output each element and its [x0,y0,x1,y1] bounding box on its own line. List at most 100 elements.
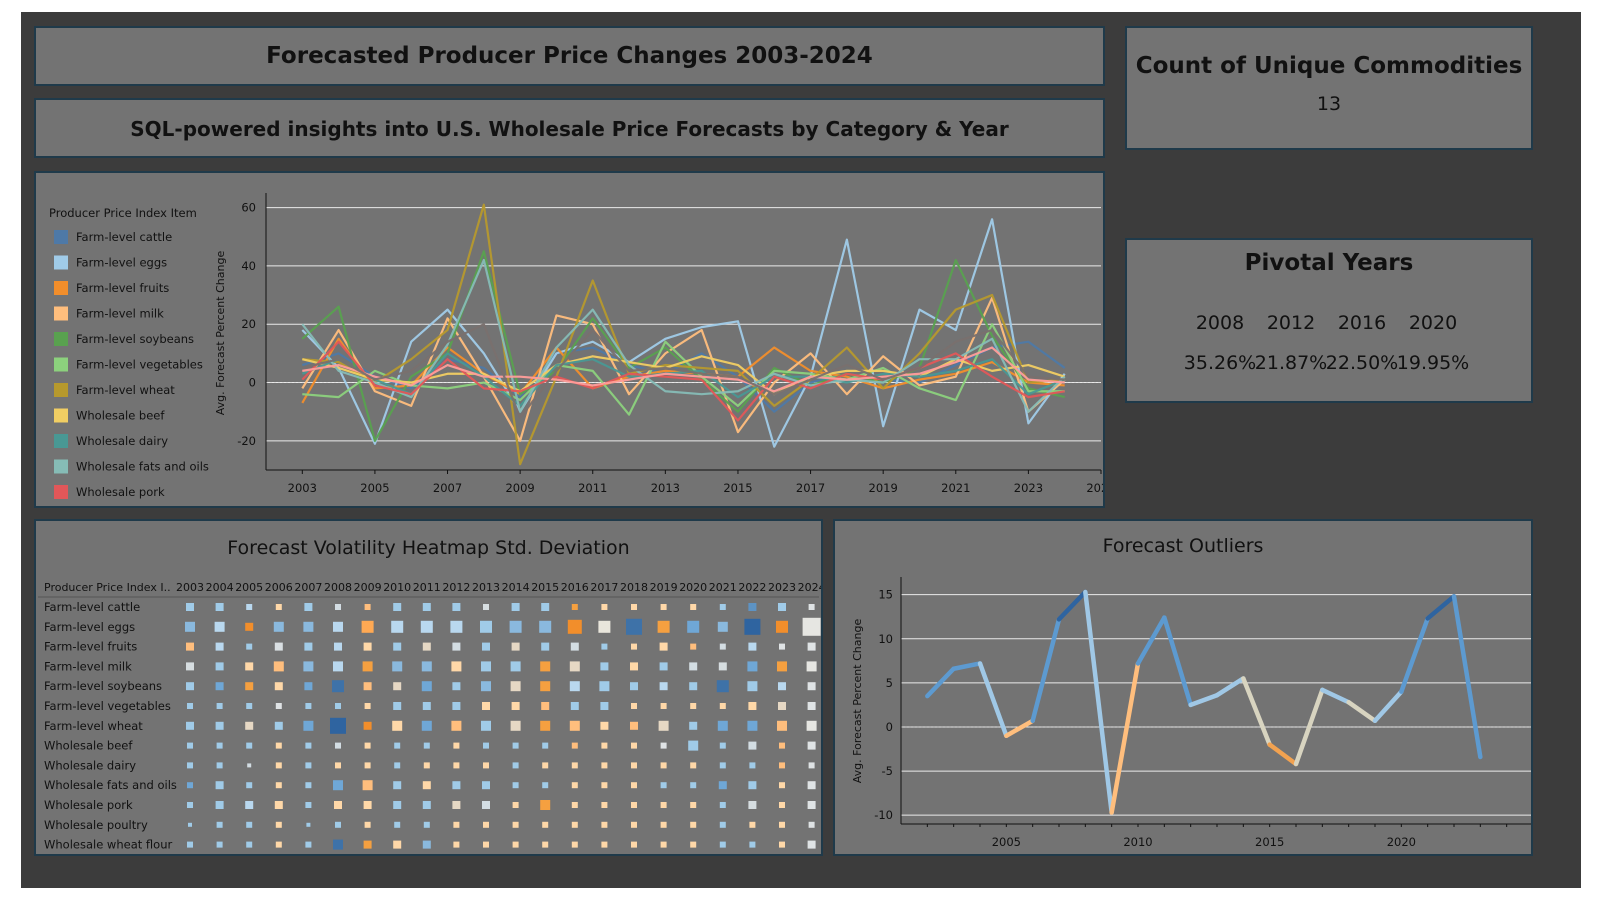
heatmap-cell [601,742,608,749]
heatmap-cell [510,681,521,692]
heatmap-cell [806,720,817,731]
heatmap-cell [806,661,817,672]
heatmap-cell [215,801,224,809]
heatmap-cell [393,682,402,691]
heatmap-cell [186,721,194,730]
heatmap-column-label: 2006 [265,581,293,594]
legend-label: Farm-level soybeans [76,332,194,346]
heatmap-cell [749,762,756,769]
heatmap-cell [363,642,372,651]
outlier-segment [951,661,983,671]
heatmap-column-label: 2022 [738,581,766,594]
kpi-value: 13 [1316,93,1342,115]
y-axis-label: Avg. Forecast Percent Change [214,251,227,416]
heatmap-cell [422,642,431,651]
heatmap-cell [779,821,785,828]
heatmap-cell [660,782,667,789]
x-tick-label: 2009 [505,481,534,495]
legend-swatch [54,255,68,270]
outlier-segment [1056,589,1088,622]
heatmap-cell [216,703,223,709]
heatmap-row-label: Wholesale wheat flour [44,838,172,852]
x-tick-label: 2019 [869,481,898,495]
heatmap-cell [777,720,787,731]
heatmap-cell [630,721,638,730]
title-panel: Forecasted Producer Price Changes 2003-2… [34,26,1105,86]
heatmap-column-label: 2019 [650,581,678,594]
heatmap-cell [305,782,312,789]
heatmap-cell [601,643,608,650]
y-tick-label: 5 [886,676,893,690]
heatmap-cell [659,662,668,671]
y-tick-label: 60 [241,201,256,215]
heatmap-cell [393,781,402,790]
x-tick-label: 2021 [941,481,970,495]
heatmap-cell [275,821,282,828]
legend-label: Farm-level vegetables [76,358,203,372]
heatmap-cell [305,762,312,769]
heatmap-cell [186,642,194,651]
heatmap-cell [481,661,491,672]
x-tick-label: 2007 [433,481,462,495]
heatmap-cell [393,603,402,611]
heatmap-cell [333,621,343,632]
heatmap-row-label: Farm-level cattle [44,600,140,614]
heatmap-cell [631,604,637,610]
heatmap-cell [480,620,492,633]
heatmap-cell [245,801,254,809]
x-tick-label: 2020 [1387,835,1416,849]
legend-swatch [54,306,68,321]
heatmap-cell [333,661,343,672]
heatmap-row-label: Farm-level wheat [44,719,143,733]
heatmap-cell [718,781,727,790]
heatmap-column-label: 2005 [235,581,263,594]
heatmap-cell [335,762,341,769]
heatmap-cell [631,742,637,749]
heatmap-cell [569,681,580,692]
heatmap-cell [807,741,816,750]
kpi-panel: Count of Unique Commodities 13 [1125,26,1533,150]
heatmap-column-label: 2014 [502,581,530,594]
heatmap-cell [570,702,579,710]
heatmap-cell [659,642,668,651]
heatmap-cell [187,762,193,769]
heatmap-cell [363,840,372,849]
heatmap-cell [453,841,460,848]
heatmap-cell [273,661,284,672]
heatmap-row-label: Wholesale poultry [44,818,148,832]
heatmap-cell [748,642,757,651]
legend-label: Wholesale fats and oils [76,460,209,474]
heatmap-cell [567,619,582,634]
heatmap-cell [571,802,578,808]
heatmap-cell [482,642,490,651]
heatmap-row-label: Farm-level eggs [44,620,135,634]
legend-swatch [54,281,68,295]
heatmap-cell [569,661,580,672]
heatmap-cell [630,662,638,671]
heatmap-cell [275,762,282,769]
heatmap-cell [452,801,461,809]
heatmap-cell [422,840,431,849]
heatmap-cell [777,661,787,672]
heatmap-cell [451,661,462,672]
outlier-segment [1030,617,1062,724]
heatmap-cell [657,620,670,633]
heatmap-cell [748,801,757,809]
heatmap-cell [304,603,313,611]
heatmap-cell [719,841,726,848]
legend-swatch [54,408,68,423]
heatmap-cell [482,702,490,710]
heatmap-cell [659,682,668,691]
kpi-title: Count of Unique Commodities [1135,53,1523,79]
heatmap-cell [631,841,637,848]
heatmap-row-label: Farm-level fruits [44,640,137,654]
heatmap-cell [690,643,697,650]
heatmap-row-label: Farm-level milk [44,659,132,673]
outlier-segment [1004,718,1035,739]
heatmap-cell [245,682,254,691]
heatmap-cell [215,721,224,730]
heatmap-cell [716,680,729,693]
heatmap-cell [807,781,816,790]
heatmap-cell [483,841,489,848]
heatmap-cell [334,801,342,809]
